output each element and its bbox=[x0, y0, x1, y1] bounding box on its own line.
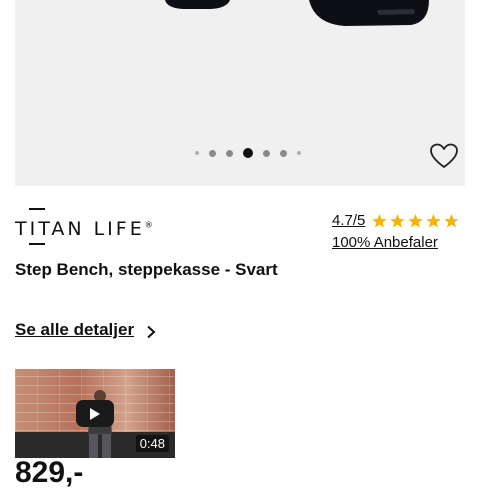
product-title: Step Bench, steppekasse - Svart bbox=[15, 260, 278, 279]
gallery-dot[interactable] bbox=[280, 149, 287, 157]
gallery-dot[interactable] bbox=[195, 151, 199, 155]
product-video-thumbnail[interactable]: 0:48 bbox=[15, 369, 175, 458]
rating-value[interactable]: 4.7/5 bbox=[332, 212, 365, 229]
video-duration: 0:48 bbox=[135, 435, 169, 452]
play-icon bbox=[90, 407, 100, 420]
logo-bar-bottom bbox=[29, 243, 45, 245]
gallery-dot-active[interactable] bbox=[243, 148, 253, 158]
star-icon bbox=[426, 213, 442, 228]
gallery-dot[interactable] bbox=[263, 149, 270, 157]
star-icon bbox=[408, 213, 424, 228]
product-image bbox=[165, 0, 429, 26]
brand-logo[interactable]: TITAN LIFE® bbox=[15, 208, 153, 246]
gallery-pagination bbox=[195, 148, 301, 158]
star-icon bbox=[444, 213, 460, 228]
product-rating[interactable]: 4.7/5 bbox=[332, 212, 460, 229]
star-icon bbox=[390, 213, 406, 228]
chevron-right-icon[interactable] bbox=[146, 325, 156, 339]
gallery-dot[interactable] bbox=[226, 149, 233, 157]
recommend-link[interactable]: 100% Anbefaler bbox=[332, 234, 438, 251]
gallery-dot[interactable] bbox=[209, 149, 216, 157]
logo-bar-top bbox=[29, 208, 45, 210]
play-button[interactable] bbox=[76, 400, 114, 427]
heart-outline-icon[interactable] bbox=[429, 142, 459, 170]
brand-name: TITAN LIFE® bbox=[15, 218, 153, 240]
see-all-details-link[interactable]: Se alle detaljer bbox=[15, 320, 134, 340]
star-icon bbox=[372, 213, 388, 228]
product-image-gallery[interactable] bbox=[15, 0, 465, 186]
product-price: 829,- bbox=[15, 456, 84, 489]
rating-stars bbox=[371, 213, 460, 229]
gallery-dot[interactable] bbox=[297, 151, 301, 155]
